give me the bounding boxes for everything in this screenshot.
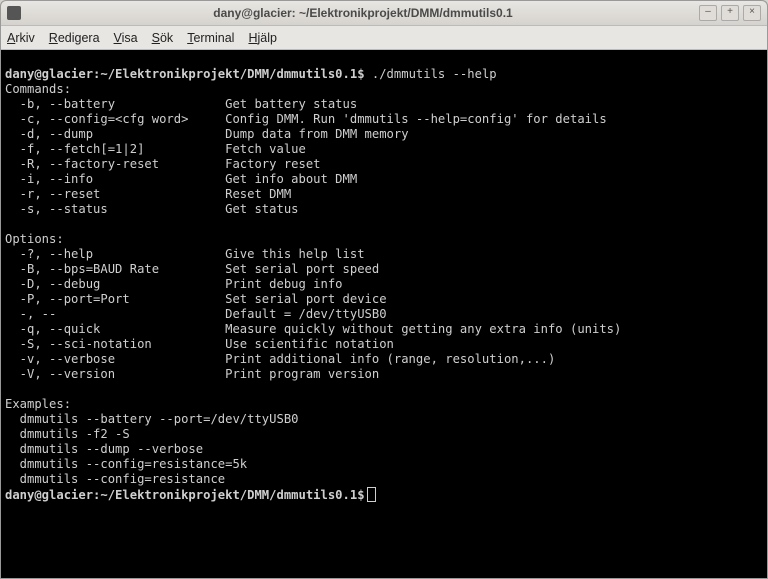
typed-command: ./dmmutils --help <box>365 67 497 81</box>
output-line: -q, --quick Measure quickly without gett… <box>5 322 621 336</box>
output-line: -f, --fetch[=1|2] Fetch value <box>5 142 306 156</box>
output-line: -r, --reset Reset DMM <box>5 187 291 201</box>
output-line: -S, --sci-notation Use scientific notati… <box>5 337 394 351</box>
terminal-viewport[interactable]: dany@glacier:~/Elektronikprojekt/DMM/dmm… <box>1 50 767 578</box>
output-line: Commands: <box>5 82 71 96</box>
terminal-window: dany@glacier: ~/Elektronikprojekt/DMM/dm… <box>0 0 768 579</box>
output-line: dmmutils --dump --verbose <box>5 442 203 456</box>
output-line: dmmutils -f2 -S <box>5 427 130 441</box>
window-title: dany@glacier: ~/Elektronikprojekt/DMM/dm… <box>27 6 699 20</box>
output-line: -b, --battery Get battery status <box>5 97 357 111</box>
menu-hjalp[interactable]: Hjälp <box>248 31 277 45</box>
output-line: -i, --info Get info about DMM <box>5 172 357 186</box>
menu-terminal[interactable]: Terminal <box>187 31 234 45</box>
output-line: -R, --factory-reset Factory reset <box>5 157 321 171</box>
output-line: dmmutils --config=resistance <box>5 472 225 486</box>
output-line: -c, --config=<cfg word> Config DMM. Run … <box>5 112 607 126</box>
prompt-line: dany@glacier:~/Elektronikprojekt/DMM/dmm… <box>5 488 376 502</box>
minimize-button[interactable]: – <box>699 5 717 21</box>
prompt-prefix: dany@glacier:~/Elektronikprojekt/DMM/dmm… <box>5 67 365 81</box>
menu-sok[interactable]: Sök <box>152 31 174 45</box>
output-line: -d, --dump Dump data from DMM memory <box>5 127 409 141</box>
menu-arkiv[interactable]: Arkiv <box>7 31 35 45</box>
output-line: Examples: <box>5 397 71 411</box>
titlebar[interactable]: dany@glacier: ~/Elektronikprojekt/DMM/dm… <box>1 1 767 26</box>
output-line: -B, --bps=BAUD Rate Set serial port spee… <box>5 262 379 276</box>
output-line: -v, --verbose Print additional info (ran… <box>5 352 555 366</box>
menu-redigera[interactable]: Redigera <box>49 31 100 45</box>
output-line: -, -- Default = /dev/ttyUSB0 <box>5 307 387 321</box>
cursor <box>367 487 376 502</box>
prompt-line: dany@glacier:~/Elektronikprojekt/DMM/dmm… <box>5 67 497 81</box>
window-controls: – + × <box>699 5 761 21</box>
app-icon <box>7 6 21 20</box>
output-line: -s, --status Get status <box>5 202 299 216</box>
output-line: -?, --help Give this help list <box>5 247 365 261</box>
output-line: dmmutils --battery --port=/dev/ttyUSB0 <box>5 412 299 426</box>
output-line: dmmutils --config=resistance=5k <box>5 457 247 471</box>
output-line: -P, --port=Port Set serial port device <box>5 292 387 306</box>
output-line <box>5 382 12 396</box>
output-line: Options: <box>5 232 64 246</box>
output-line <box>5 217 12 231</box>
menubar: Arkiv Redigera Visa Sök Terminal Hjälp <box>1 26 767 50</box>
close-button[interactable]: × <box>743 5 761 21</box>
maximize-button[interactable]: + <box>721 5 739 21</box>
prompt-prefix: dany@glacier:~/Elektronikprojekt/DMM/dmm… <box>5 488 365 502</box>
menu-visa[interactable]: Visa <box>114 31 138 45</box>
output-line: -V, --version Print program version <box>5 367 379 381</box>
output-line: -D, --debug Print debug info <box>5 277 343 291</box>
